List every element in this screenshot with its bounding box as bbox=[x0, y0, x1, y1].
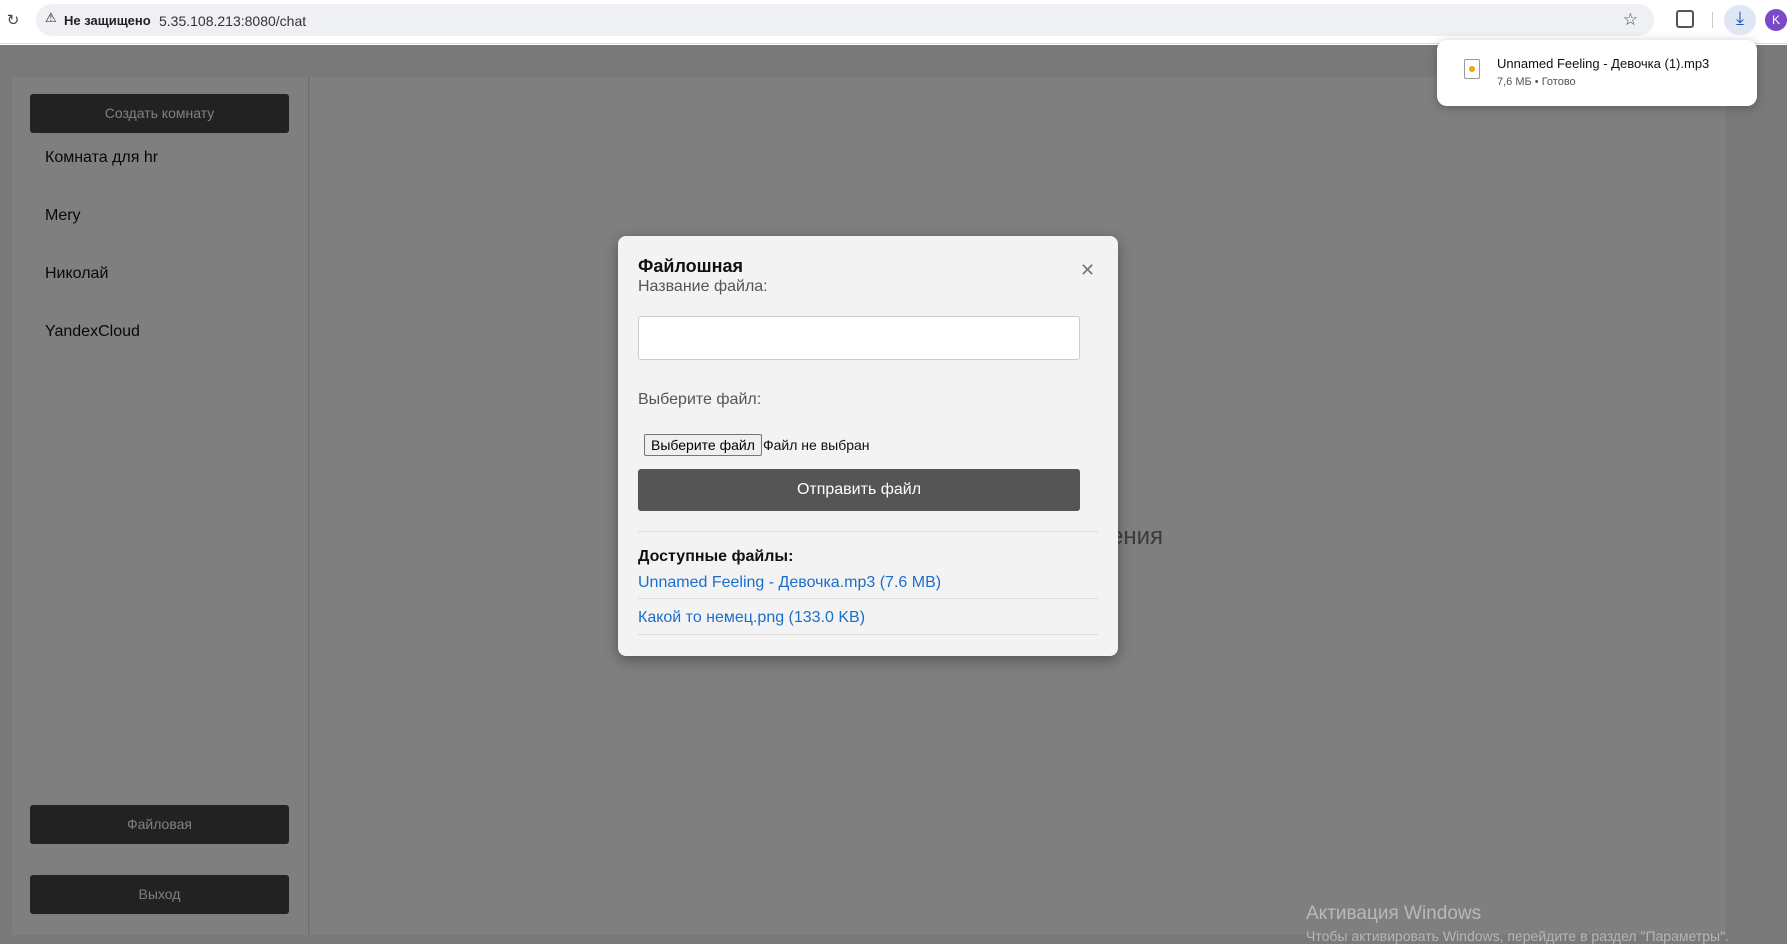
choose-file-label: Выберите файл: bbox=[638, 391, 762, 408]
download-icon[interactable]: ⤓ bbox=[1724, 5, 1756, 35]
filename-input[interactable] bbox=[638, 316, 1080, 360]
windows-activation-subtitle: Чтобы активировать Windows, перейдите в … bbox=[1306, 928, 1729, 944]
extensions-icon[interactable] bbox=[1676, 10, 1694, 28]
profile-avatar[interactable]: K bbox=[1765, 9, 1787, 31]
windows-activation-title: Активация Windows bbox=[1306, 903, 1482, 924]
url-text[interactable]: 5.35.108.213:8080/chat bbox=[159, 13, 306, 29]
bookmark-star-icon[interactable]: ☆ bbox=[1623, 10, 1638, 30]
available-files-heading: Доступные файлы: bbox=[638, 548, 794, 565]
close-icon[interactable]: ✕ bbox=[1080, 260, 1095, 281]
download-meta: 7,6 МБ • Готово bbox=[1497, 76, 1576, 88]
list-divider bbox=[638, 634, 1098, 635]
file-link[interactable]: Unnamed Feeling - Девочка.mp3 (7.6 MB) bbox=[638, 574, 941, 592]
list-divider bbox=[638, 598, 1098, 599]
browser-toolbar: ↻ ⚠ Не защищено 5.35.108.213:8080/chat ☆… bbox=[0, 0, 1787, 44]
toolbar-divider bbox=[1712, 12, 1713, 28]
audio-file-icon bbox=[1464, 59, 1480, 79]
no-file-status: Файл не выбран bbox=[763, 437, 870, 453]
choose-file-button[interactable]: Выберите файл bbox=[644, 434, 762, 456]
file-modal: Файлошная ✕ Название файла: Выберите фай… bbox=[618, 236, 1118, 656]
reload-icon[interactable]: ↻ bbox=[2, 9, 24, 31]
modal-title: Файлошная bbox=[638, 256, 744, 276]
filename-label: Название файла: bbox=[638, 278, 768, 295]
file-link[interactable]: Какой то немец.png (133.0 KB) bbox=[638, 609, 865, 627]
download-filename[interactable]: Unnamed Feeling - Девочка (1).mp3 bbox=[1497, 56, 1709, 71]
not-secure-label[interactable]: Не защищено bbox=[64, 13, 151, 28]
modal-divider bbox=[638, 531, 1098, 532]
send-file-button[interactable]: Отправить файл bbox=[638, 469, 1080, 511]
warning-icon[interactable]: ⚠ bbox=[45, 11, 57, 26]
download-popup[interactable]: Unnamed Feeling - Девочка (1).mp3 7,6 МБ… bbox=[1437, 40, 1757, 106]
address-bar[interactable]: ⚠ Не защищено 5.35.108.213:8080/chat ☆ bbox=[36, 4, 1654, 36]
